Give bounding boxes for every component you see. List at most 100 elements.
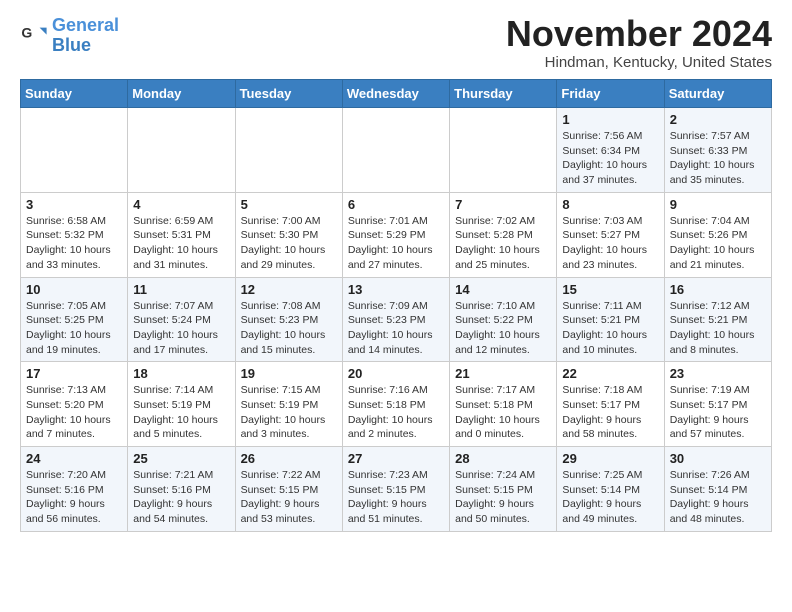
week-row-1: 1 Sunrise: 7:56 AM Sunset: 6:34 PM Daylig… (21, 108, 772, 193)
calendar-cell: 7Sunrise: 7:02 AM Sunset: 5:28 PM Daylig… (450, 192, 557, 277)
day-number: 23 (670, 366, 766, 381)
day-number: 8 (562, 197, 658, 212)
calendar-cell: 4 Sunrise: 6:59 AM Sunset: 5:31 PM Daylig… (128, 192, 235, 277)
calendar-cell: 12 Sunrise: 7:08 AM Sunset: 5:23 PM Dayli… (235, 277, 342, 362)
calendar-cell: 18Sunrise: 7:14 AM Sunset: 5:19 PM Dayli… (128, 362, 235, 447)
calendar-cell: 16 Sunrise: 7:12 AM Sunset: 5:21 PM Dayli… (664, 277, 771, 362)
day-info: Sunrise: 7:03 AM Sunset: 5:27 PM Dayligh… (562, 214, 658, 273)
svg-text:G: G (21, 24, 32, 40)
day-number: 16 (670, 282, 766, 297)
day-info: Sunrise: 7:16 AM Sunset: 5:18 PM Dayligh… (348, 383, 444, 442)
logo-line2: Blue (52, 36, 119, 56)
calendar-cell: 24Sunrise: 7:20 AM Sunset: 5:16 PM Dayli… (21, 447, 128, 532)
day-number: 11 (133, 282, 229, 297)
calendar-cell: 22 Sunrise: 7:18 AM Sunset: 5:17 PM Dayli… (557, 362, 664, 447)
weekday-header-friday: Friday (557, 80, 664, 108)
calendar-cell: 15Sunrise: 7:11 AM Sunset: 5:21 PM Dayli… (557, 277, 664, 362)
day-number: 19 (241, 366, 337, 381)
calendar-cell: 2 Sunrise: 7:57 AM Sunset: 6:33 PM Daylig… (664, 108, 771, 193)
calendar-cell: 5Sunrise: 7:00 AM Sunset: 5:30 PM Daylig… (235, 192, 342, 277)
calendar-cell: 10 Sunrise: 7:05 AM Sunset: 5:25 PM Dayli… (21, 277, 128, 362)
day-number: 28 (455, 451, 551, 466)
day-info: Sunrise: 7:18 AM Sunset: 5:17 PM Dayligh… (562, 383, 658, 442)
weekday-header-monday: Monday (128, 80, 235, 108)
logo-icon: G (20, 22, 48, 50)
day-info: Sunrise: 7:01 AM Sunset: 5:29 PM Dayligh… (348, 214, 444, 273)
location: Hindman, Kentucky, United States (506, 54, 772, 71)
weekday-header-sunday: Sunday (21, 80, 128, 108)
calendar-cell: 30Sunrise: 7:26 AM Sunset: 5:14 PM Dayli… (664, 447, 771, 532)
month-title: November 2024 (506, 16, 772, 52)
day-info: Sunrise: 7:22 AM Sunset: 5:15 PM Dayligh… (241, 468, 337, 527)
day-number: 22 (562, 366, 658, 381)
day-number: 27 (348, 451, 444, 466)
calendar-cell: 8 Sunrise: 7:03 AM Sunset: 5:27 PM Daylig… (557, 192, 664, 277)
day-info: Sunrise: 7:07 AM Sunset: 5:24 PM Dayligh… (133, 299, 229, 358)
calendar-cell (235, 108, 342, 193)
weekday-header-thursday: Thursday (450, 80, 557, 108)
calendar-cell: 1 Sunrise: 7:56 AM Sunset: 6:34 PM Daylig… (557, 108, 664, 193)
day-number: 10 (26, 282, 122, 297)
calendar-cell: 20 Sunrise: 7:16 AM Sunset: 5:18 PM Dayli… (342, 362, 449, 447)
day-number: 14 (455, 282, 551, 297)
calendar-cell: 6 Sunrise: 7:01 AM Sunset: 5:29 PM Daylig… (342, 192, 449, 277)
day-number: 13 (348, 282, 444, 297)
day-number: 26 (241, 451, 337, 466)
calendar-cell: 19 Sunrise: 7:15 AM Sunset: 5:19 PM Dayli… (235, 362, 342, 447)
calendar-cell: 11 Sunrise: 7:07 AM Sunset: 5:24 PM Dayli… (128, 277, 235, 362)
page-header: G General Blue November 2024 Hindman, Ke… (20, 16, 772, 71)
week-row-5: 24Sunrise: 7:20 AM Sunset: 5:16 PM Dayli… (21, 447, 772, 532)
day-info: Sunrise: 7:05 AM Sunset: 5:25 PM Dayligh… (26, 299, 122, 358)
day-info: Sunrise: 7:09 AM Sunset: 5:23 PM Dayligh… (348, 299, 444, 358)
calendar-cell (450, 108, 557, 193)
title-block: November 2024 Hindman, Kentucky, United … (506, 16, 772, 71)
day-info: Sunrise: 7:13 AM Sunset: 5:20 PM Dayligh… (26, 383, 122, 442)
day-number: 1 (562, 112, 658, 127)
calendar-cell: 28 Sunrise: 7:24 AM Sunset: 5:15 PM Dayli… (450, 447, 557, 532)
day-number: 25 (133, 451, 229, 466)
day-number: 3 (26, 197, 122, 212)
calendar-cell: 21Sunrise: 7:17 AM Sunset: 5:18 PM Dayli… (450, 362, 557, 447)
day-info: Sunrise: 7:00 AM Sunset: 5:30 PM Dayligh… (241, 214, 337, 273)
day-number: 30 (670, 451, 766, 466)
calendar-cell: 27 Sunrise: 7:23 AM Sunset: 5:15 PM Dayli… (342, 447, 449, 532)
weekday-header-tuesday: Tuesday (235, 80, 342, 108)
day-info: Sunrise: 7:15 AM Sunset: 5:19 PM Dayligh… (241, 383, 337, 442)
day-number: 24 (26, 451, 122, 466)
day-info: Sunrise: 7:04 AM Sunset: 5:26 PM Dayligh… (670, 214, 766, 273)
day-info: Sunrise: 6:59 AM Sunset: 5:31 PM Dayligh… (133, 214, 229, 273)
weekday-header-wednesday: Wednesday (342, 80, 449, 108)
day-number: 20 (348, 366, 444, 381)
day-number: 6 (348, 197, 444, 212)
day-info: Sunrise: 7:08 AM Sunset: 5:23 PM Dayligh… (241, 299, 337, 358)
day-info: Sunrise: 7:56 AM Sunset: 6:34 PM Dayligh… (562, 129, 658, 188)
logo-line1: General (52, 15, 119, 35)
day-info: Sunrise: 7:10 AM Sunset: 5:22 PM Dayligh… (455, 299, 551, 358)
calendar-cell: 13 Sunrise: 7:09 AM Sunset: 5:23 PM Dayli… (342, 277, 449, 362)
calendar-cell: 23 Sunrise: 7:19 AM Sunset: 5:17 PM Dayli… (664, 362, 771, 447)
day-number: 4 (133, 197, 229, 212)
weekday-header-saturday: Saturday (664, 80, 771, 108)
logo: G General Blue (20, 16, 119, 56)
day-info: Sunrise: 6:58 AM Sunset: 5:32 PM Dayligh… (26, 214, 122, 273)
day-info: Sunrise: 7:12 AM Sunset: 5:21 PM Dayligh… (670, 299, 766, 358)
day-info: Sunrise: 7:57 AM Sunset: 6:33 PM Dayligh… (670, 129, 766, 188)
day-number: 9 (670, 197, 766, 212)
calendar-cell (342, 108, 449, 193)
day-info: Sunrise: 7:24 AM Sunset: 5:15 PM Dayligh… (455, 468, 551, 527)
day-info: Sunrise: 7:21 AM Sunset: 5:16 PM Dayligh… (133, 468, 229, 527)
weekday-header-row: SundayMondayTuesdayWednesdayThursdayFrid… (21, 80, 772, 108)
day-number: 2 (670, 112, 766, 127)
day-number: 18 (133, 366, 229, 381)
day-number: 17 (26, 366, 122, 381)
calendar-cell: 26 Sunrise: 7:22 AM Sunset: 5:15 PM Dayli… (235, 447, 342, 532)
calendar-cell: 25 Sunrise: 7:21 AM Sunset: 5:16 PM Dayli… (128, 447, 235, 532)
day-info: Sunrise: 7:23 AM Sunset: 5:15 PM Dayligh… (348, 468, 444, 527)
day-info: Sunrise: 7:19 AM Sunset: 5:17 PM Dayligh… (670, 383, 766, 442)
week-row-3: 10 Sunrise: 7:05 AM Sunset: 5:25 PM Dayli… (21, 277, 772, 362)
calendar-cell: 17 Sunrise: 7:13 AM Sunset: 5:20 PM Dayli… (21, 362, 128, 447)
day-info: Sunrise: 7:17 AM Sunset: 5:18 PM Dayligh… (455, 383, 551, 442)
week-row-2: 3 Sunrise: 6:58 AM Sunset: 5:32 PM Daylig… (21, 192, 772, 277)
calendar-cell: 3 Sunrise: 6:58 AM Sunset: 5:32 PM Daylig… (21, 192, 128, 277)
day-number: 12 (241, 282, 337, 297)
